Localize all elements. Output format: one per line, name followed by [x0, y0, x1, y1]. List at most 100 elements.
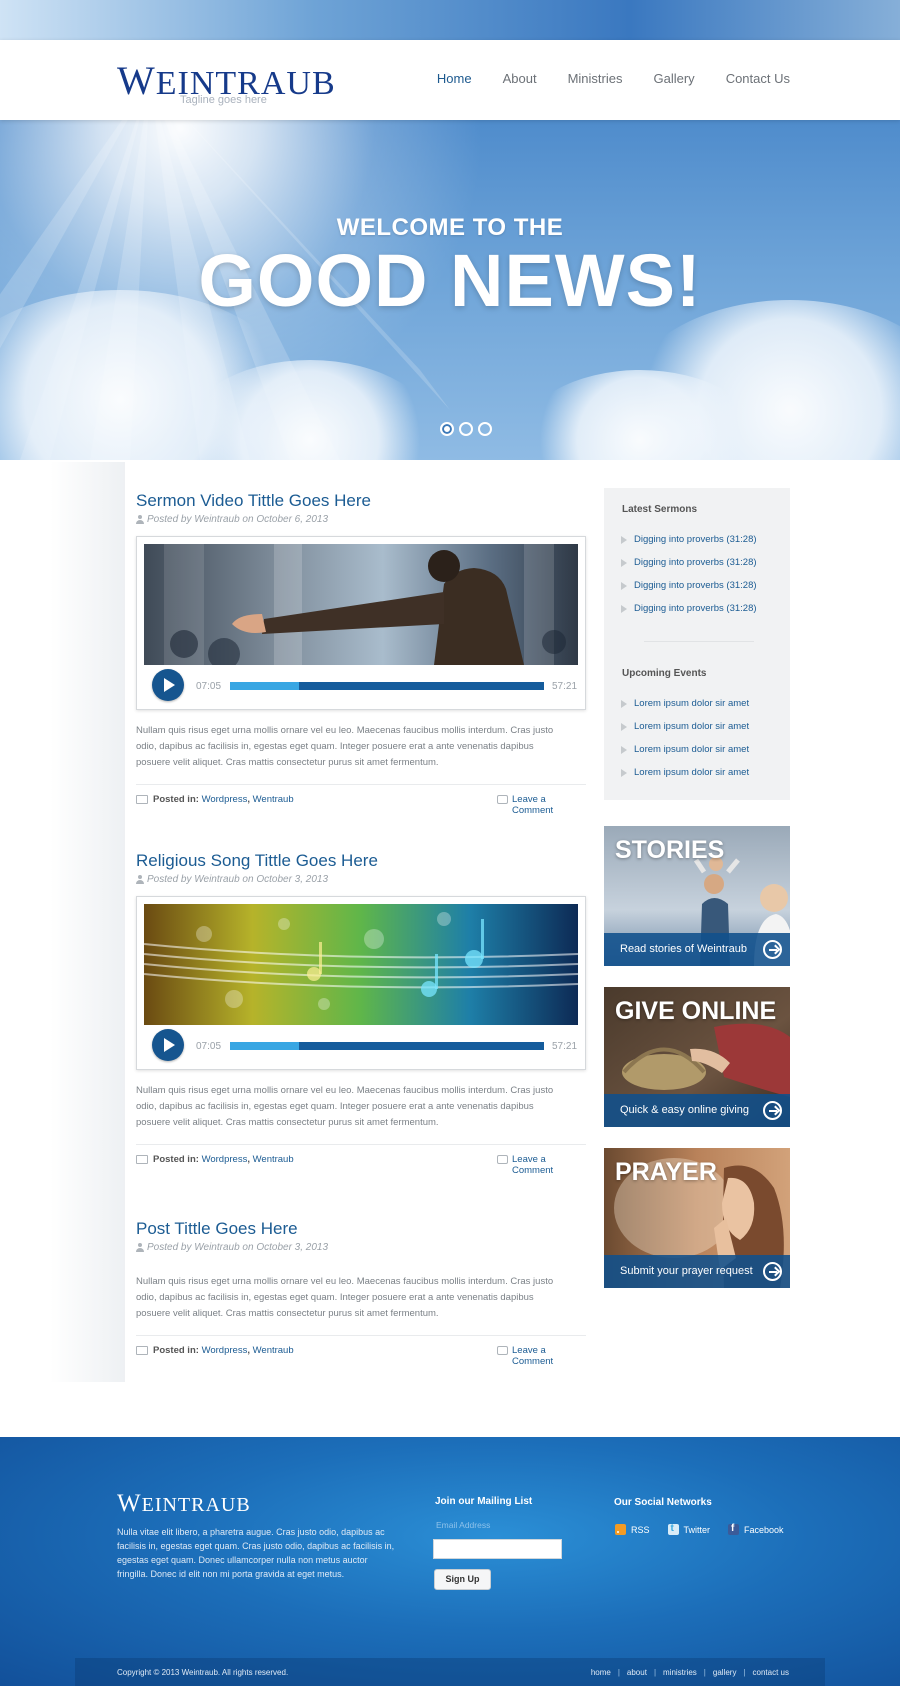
video-player[interactable]: 07:05 57:21	[136, 536, 586, 710]
divider	[644, 641, 754, 642]
footer-about: Nulla vitae elit libero, a pharetra augu…	[117, 1527, 395, 1579]
progress-track[interactable]	[230, 682, 544, 690]
event-link[interactable]: Lorem ipsum dolor sir amet	[621, 715, 749, 738]
site-tagline: Tagline goes here	[180, 94, 267, 106]
post-footer: Posted in: Wordpress, Wentraub Leave a C…	[136, 784, 586, 816]
footer-link-home[interactable]: home	[591, 1668, 611, 1677]
footer-link-gallery[interactable]: gallery	[713, 1668, 737, 1677]
post-title[interactable]: Post Tittle Goes Here	[136, 1219, 298, 1238]
posted-in: Posted in: Wordpress, Wentraub	[153, 794, 294, 805]
rss-link[interactable]: RSS	[615, 1524, 650, 1535]
social-networks-title: Our Social Networks	[614, 1497, 712, 1508]
event-link[interactable]: Lorem ipsum dolor sir amet	[621, 738, 749, 761]
slider-dot-1[interactable]	[440, 422, 454, 436]
sermon-link[interactable]: Digging into proverbs (31:28)	[621, 597, 757, 620]
leave-comment-link[interactable]: Leave a Comment	[512, 794, 586, 816]
content-shadow	[50, 462, 125, 1382]
twitter-link[interactable]: Twitter	[667, 1523, 710, 1535]
post-title[interactable]: Religious Song Tittle Goes Here	[136, 851, 378, 870]
sermon-video-thumbnail[interactable]	[144, 544, 578, 665]
footer-link-ministries[interactable]: ministries	[663, 1668, 697, 1677]
category-link[interactable]: Wordpress	[202, 1154, 248, 1165]
give-online-promo[interactable]: GIVE ONLINE Quick & easy online giving	[604, 987, 790, 1127]
post-religious-song: Religious Song Tittle Goes Here Posted b…	[136, 851, 586, 1176]
progress-track[interactable]	[230, 1042, 544, 1050]
post-title[interactable]: Sermon Video Tittle Goes Here	[136, 491, 371, 510]
total-time: 57:21	[552, 1041, 578, 1052]
post-excerpt: Nullam quis risus eget urna mollis ornar…	[136, 1276, 554, 1319]
preacher-image	[144, 544, 578, 665]
comment-icon	[497, 795, 508, 804]
folder-icon	[136, 1346, 148, 1355]
upcoming-events-title: Upcoming Events	[622, 668, 707, 679]
prayer-promo[interactable]: PRAYER Submit your prayer request	[604, 1148, 790, 1288]
footer-links: home | about | ministries | gallery | contac…	[591, 1668, 789, 1677]
sidebar-widgets: Latest Sermons Digging into proverbs (31…	[604, 488, 790, 800]
category-link[interactable]: Wentraub	[253, 1345, 294, 1356]
nav-contact-us[interactable]: Contact Us	[726, 71, 790, 86]
music-notes-image	[144, 904, 578, 1025]
category-link[interactable]: Wordpress	[202, 794, 248, 805]
folder-icon	[136, 795, 148, 804]
category-link[interactable]: Wordpress	[202, 1345, 248, 1356]
post-meta-text: Posted by Weintraub on October 3, 2013	[147, 1242, 329, 1253]
media-controls: 07:05 57:21	[152, 1029, 577, 1063]
current-time: 07:05	[196, 1041, 222, 1052]
nav-gallery[interactable]: Gallery	[654, 71, 695, 86]
nav-ministries[interactable]: Ministries	[568, 71, 623, 86]
promo-caption-bar[interactable]: Submit your prayer request	[604, 1255, 790, 1288]
sky-strip	[0, 0, 900, 40]
posted-in: Posted in: Wordpress, Wentraub	[153, 1154, 294, 1165]
sign-up-button[interactable]: Sign Up	[434, 1569, 491, 1590]
post-meta: Posted by Weintraub on October 3, 2013	[136, 1242, 586, 1253]
play-button[interactable]	[152, 669, 184, 701]
post-meta-text: Posted by Weintraub on October 3, 2013	[147, 874, 329, 885]
promo-caption: Quick & easy online giving	[620, 1104, 750, 1116]
posted-in-label: Posted in:	[153, 1154, 199, 1165]
audio-player[interactable]: 07:05 57:21	[136, 896, 586, 1070]
comment-icon	[497, 1155, 508, 1164]
footer-link-about[interactable]: about	[627, 1668, 647, 1677]
category-link[interactable]: Wentraub	[253, 1154, 294, 1165]
arrow-right-icon[interactable]	[763, 940, 782, 959]
post-footer: Posted in: Wordpress, Wentraub Leave a C…	[136, 1335, 586, 1367]
nav-about[interactable]: About	[503, 71, 537, 86]
promo-caption-bar[interactable]: Read stories of Weintraub	[604, 933, 790, 966]
promo-title: GIVE ONLINE	[615, 997, 777, 1025]
promo-title: PRAYER	[615, 1158, 717, 1186]
facebook-label: Facebook	[744, 1524, 784, 1535]
song-artwork[interactable]	[144, 904, 578, 1025]
footer-link-contact-us[interactable]: contact us	[753, 1668, 789, 1677]
nav-home[interactable]: Home	[437, 71, 472, 86]
rss-label: RSS	[631, 1524, 650, 1535]
footer-logo[interactable]: WEINTRAUB	[117, 1490, 251, 1518]
arrow-right-icon[interactable]	[763, 1101, 782, 1120]
category-link[interactable]: Wentraub	[253, 794, 294, 805]
leave-comment-link[interactable]: Leave a Comment	[512, 1345, 586, 1367]
mailing-list-title: Join our Mailing List	[435, 1496, 533, 1507]
post-sermon-video: Sermon Video Tittle Goes Here Posted by …	[136, 491, 586, 816]
sermon-link[interactable]: Digging into proverbs (31:28)	[621, 551, 757, 574]
author-icon	[136, 515, 144, 524]
separator: |	[653, 1668, 657, 1677]
stories-promo[interactable]: STORIES Read stories of Weintraub	[604, 826, 790, 966]
event-link[interactable]: Lorem ipsum dolor sir amet	[621, 692, 749, 715]
hero-title: GOOD NEWS!	[198, 239, 702, 322]
slider-dot-2[interactable]	[459, 422, 473, 436]
leave-comment-link[interactable]: Leave a Comment	[512, 1154, 586, 1176]
author-icon	[136, 875, 144, 884]
sermon-link[interactable]: Digging into proverbs (31:28)	[621, 528, 757, 551]
post-standard: Post Tittle Goes Here Posted by Weintrau…	[136, 1219, 586, 1367]
play-button[interactable]	[152, 1029, 184, 1061]
slider-dots	[440, 422, 492, 436]
sermon-link[interactable]: Digging into proverbs (31:28)	[621, 574, 757, 597]
posted-in-label: Posted in:	[153, 794, 199, 805]
post-meta: Posted by Weintraub on October 3, 2013	[136, 874, 586, 885]
arrow-right-icon[interactable]	[763, 1262, 782, 1281]
event-link[interactable]: Lorem ipsum dolor sir amet	[621, 761, 749, 784]
progress-fill	[230, 682, 300, 690]
facebook-link[interactable]: Facebook	[728, 1523, 784, 1535]
promo-caption-bar[interactable]: Quick & easy online giving	[604, 1094, 790, 1127]
slider-dot-3[interactable]	[478, 422, 492, 436]
email-field[interactable]	[433, 1539, 562, 1559]
